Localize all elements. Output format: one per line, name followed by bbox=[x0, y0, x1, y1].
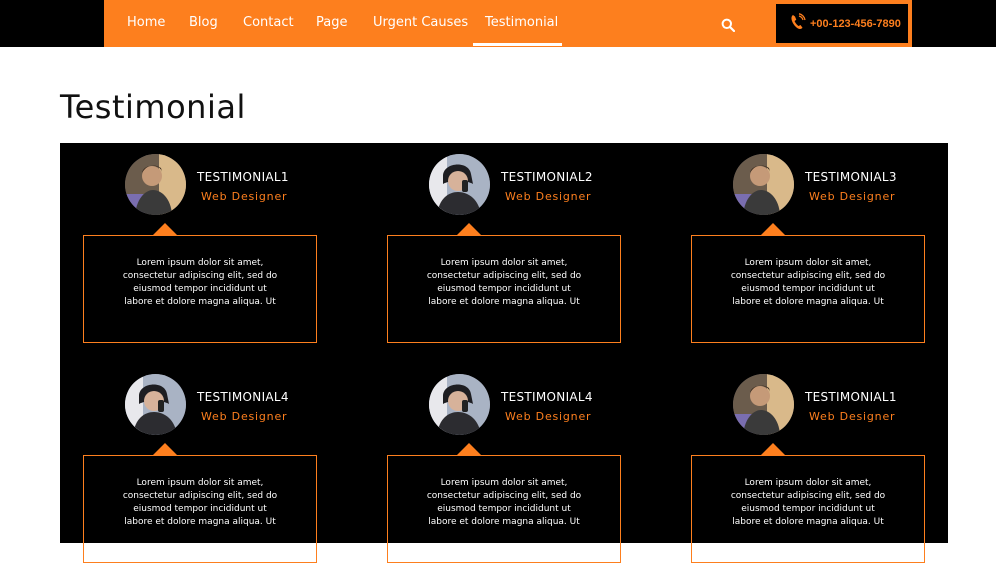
phone-contact[interactable]: +00-123-456-7890 bbox=[774, 2, 910, 45]
avatar bbox=[429, 154, 490, 215]
testimonials-panel: TESTIMONIAL1 Web Designer Lorem ipsum do… bbox=[60, 143, 948, 563]
testimonial-text: Lorem ipsum dolor sit amet, consectetur … bbox=[122, 478, 278, 527]
quote-box: Lorem ipsum dolor sit amet, consectetur … bbox=[387, 235, 621, 343]
nav-urgent-causes[interactable]: Urgent Causes bbox=[373, 0, 468, 47]
quote-pointer bbox=[153, 223, 177, 235]
nav-home[interactable]: Home bbox=[127, 0, 165, 47]
nav-contact[interactable]: Contact bbox=[243, 0, 294, 47]
testimonial-role: Web Designer bbox=[505, 410, 592, 423]
testimonial-card: TESTIMONIAL1 Web Designer Lorem ipsum do… bbox=[691, 363, 925, 563]
quote-box: Lorem ipsum dolor sit amet, consectetur … bbox=[83, 455, 317, 563]
testimonial-role: Web Designer bbox=[201, 410, 288, 423]
avatar bbox=[125, 374, 186, 435]
testimonial-text: Lorem ipsum dolor sit amet, consectetur … bbox=[730, 478, 886, 527]
testimonial-name: TESTIMONIAL4 bbox=[501, 390, 593, 404]
testimonial-name: TESTIMONIAL1 bbox=[197, 170, 289, 184]
page-title: Testimonial bbox=[60, 88, 246, 126]
testimonial-card: TESTIMONIAL4 Web Designer Lorem ipsum do… bbox=[387, 363, 621, 563]
testimonial-name: TESTIMONIAL2 bbox=[501, 170, 593, 184]
avatar bbox=[733, 154, 794, 215]
phone-number: +00-123-456-7890 bbox=[810, 18, 901, 30]
quote-pointer bbox=[153, 443, 177, 455]
nav-blog[interactable]: Blog bbox=[189, 0, 218, 47]
testimonial-role: Web Designer bbox=[809, 410, 896, 423]
testimonial-text: Lorem ipsum dolor sit amet, consectetur … bbox=[122, 258, 278, 307]
avatar bbox=[125, 154, 186, 215]
quote-pointer bbox=[761, 443, 785, 455]
avatar bbox=[429, 374, 490, 435]
quote-box: Lorem ipsum dolor sit amet, consectetur … bbox=[387, 455, 621, 563]
nav-page[interactable]: Page bbox=[316, 0, 347, 47]
avatar bbox=[733, 374, 794, 435]
testimonial-card: TESTIMONIAL4 Web Designer Lorem ipsum do… bbox=[83, 363, 317, 563]
testimonial-role: Web Designer bbox=[201, 190, 288, 203]
quote-pointer bbox=[457, 223, 481, 235]
testimonial-text: Lorem ipsum dolor sit amet, consectetur … bbox=[730, 258, 886, 307]
phone-icon bbox=[790, 13, 806, 31]
quote-pointer bbox=[761, 223, 785, 235]
main-navbar: Home Blog Contact Page Urgent Causes Tes… bbox=[104, 0, 912, 47]
testimonial-role: Web Designer bbox=[505, 190, 592, 203]
quote-pointer bbox=[457, 443, 481, 455]
search-icon[interactable] bbox=[721, 17, 736, 33]
quote-box: Lorem ipsum dolor sit amet, consectetur … bbox=[691, 235, 925, 343]
quote-box: Lorem ipsum dolor sit amet, consectetur … bbox=[83, 235, 317, 343]
testimonial-card: TESTIMONIAL1 Web Designer Lorem ipsum do… bbox=[83, 143, 317, 343]
testimonial-name: TESTIMONIAL1 bbox=[805, 390, 897, 404]
testimonial-name: TESTIMONIAL4 bbox=[197, 390, 289, 404]
quote-box: Lorem ipsum dolor sit amet, consectetur … bbox=[691, 455, 925, 563]
testimonial-card: TESTIMONIAL3 Web Designer Lorem ipsum do… bbox=[691, 143, 925, 343]
testimonial-name: TESTIMONIAL3 bbox=[805, 170, 897, 184]
testimonial-text: Lorem ipsum dolor sit amet, consectetur … bbox=[426, 258, 582, 307]
nav-testimonial[interactable]: Testimonial bbox=[485, 0, 558, 47]
nav-active-indicator bbox=[473, 43, 562, 46]
testimonial-card: TESTIMONIAL2 Web Designer Lorem ipsum do… bbox=[387, 143, 621, 343]
testimonial-role: Web Designer bbox=[809, 190, 896, 203]
testimonial-text: Lorem ipsum dolor sit amet, consectetur … bbox=[426, 478, 582, 527]
